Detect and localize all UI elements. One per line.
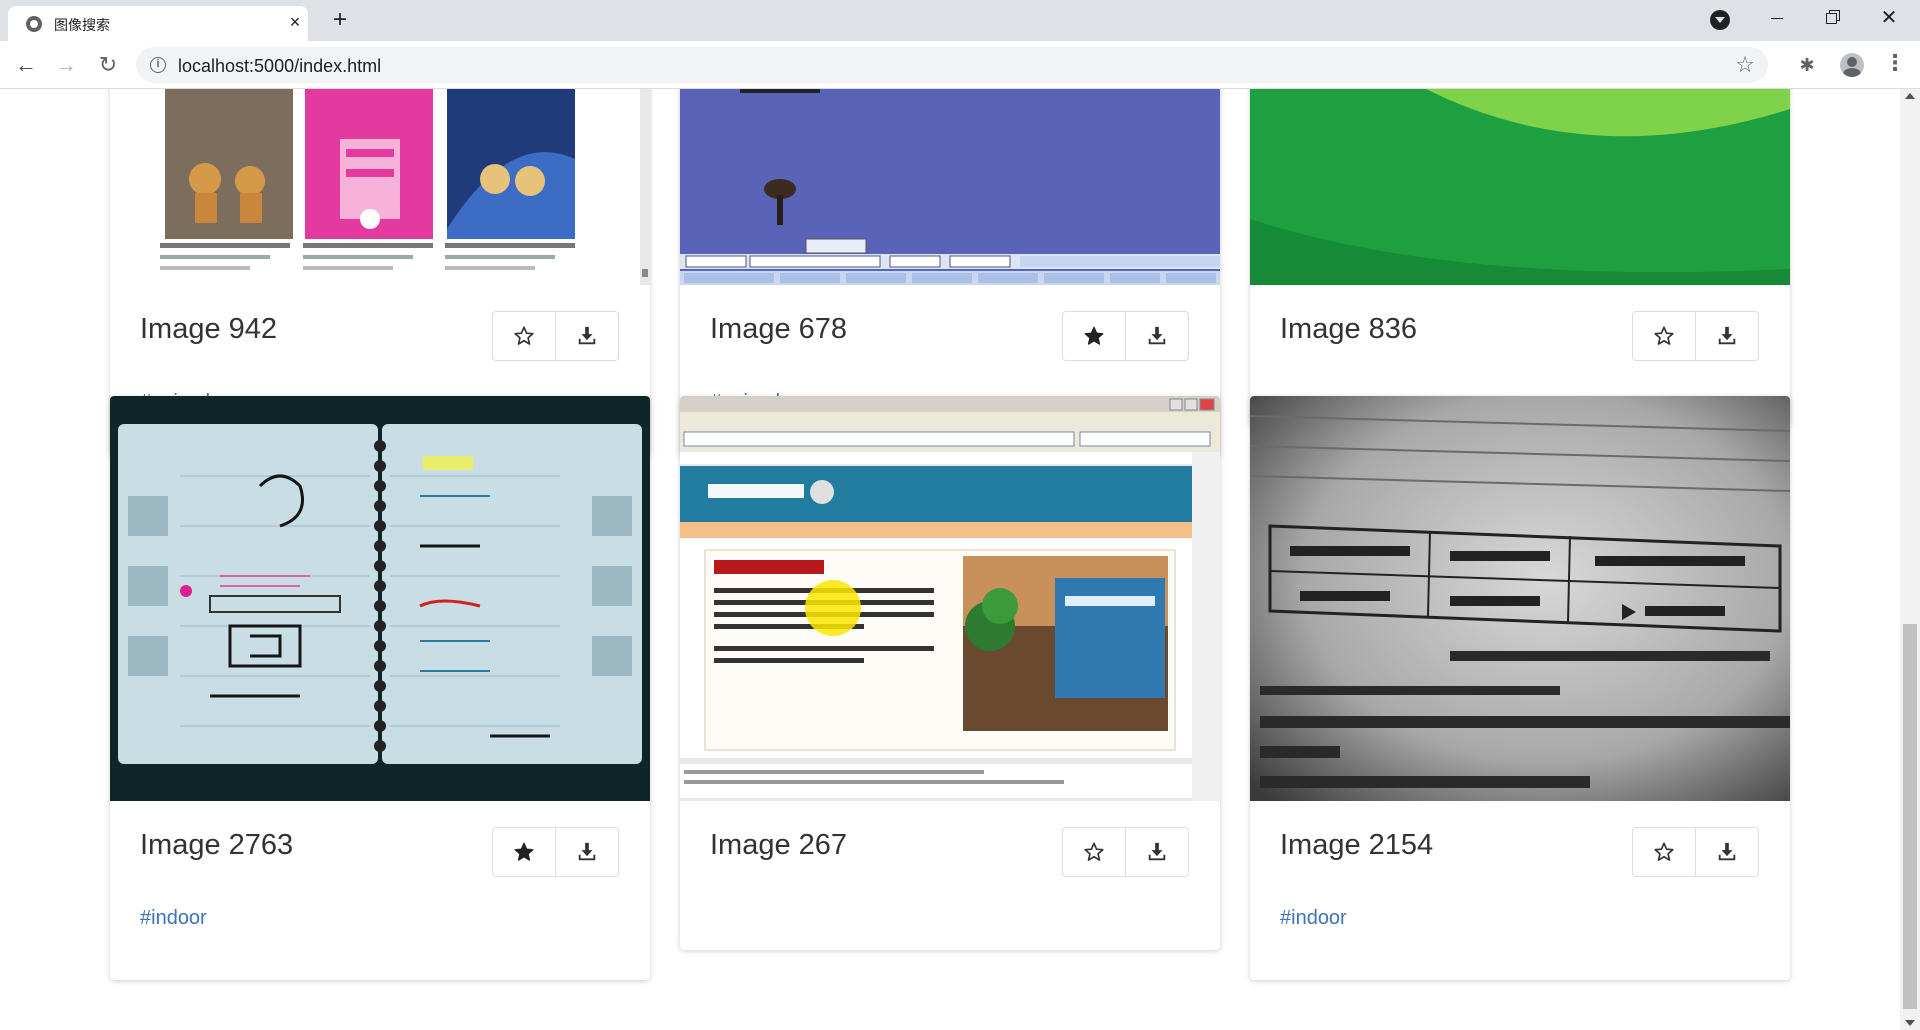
- image-card: Image 2763 #indoor: [110, 396, 650, 980]
- image-card: Image 836: [1250, 89, 1790, 426]
- game-toolbar-thumbnail: [680, 89, 1220, 285]
- card-title: Image 836: [1280, 313, 1418, 345]
- star-filled-icon: [1084, 326, 1104, 345]
- card-thumbnail[interactable]: [110, 396, 650, 801]
- card-thumbnail[interactable]: [110, 89, 650, 285]
- page-viewport: Image 942 #animals: [0, 89, 1900, 1030]
- favorite-button[interactable]: [1062, 311, 1126, 361]
- minimize-button[interactable]: [1754, 0, 1800, 36]
- scroll-up-arrow-icon[interactable]: [1905, 93, 1915, 99]
- favorite-button[interactable]: [492, 311, 556, 361]
- favorite-button[interactable]: [492, 827, 556, 877]
- download-icon: [1148, 842, 1166, 861]
- planner-notebook-thumbnail: [110, 396, 650, 801]
- restore-button[interactable]: [1809, 0, 1855, 36]
- tag-link[interactable]: #indoor: [140, 907, 207, 930]
- extensions-puzzle-icon[interactable]: ✱: [1796, 54, 1818, 76]
- card-thumbnail[interactable]: [680, 396, 1220, 801]
- tab-strip: 图像搜索 × + ✕: [0, 0, 1920, 41]
- scrollbar-thumb[interactable]: [1903, 624, 1917, 1009]
- menu-kebab-icon[interactable]: ⋮: [1884, 52, 1906, 77]
- card-thumbnail[interactable]: [680, 89, 1220, 285]
- download-icon: [578, 842, 596, 861]
- green-abstract-thumbnail: [1250, 89, 1790, 285]
- resident-login-thumbnail: [680, 396, 1220, 801]
- star-outline-icon: [1654, 842, 1674, 861]
- profile-avatar-icon[interactable]: [1840, 53, 1864, 77]
- new-tab-button[interactable]: +: [326, 6, 354, 34]
- favorite-button[interactable]: [1632, 827, 1696, 877]
- star-outline-icon: [514, 326, 534, 345]
- favorite-button[interactable]: [1632, 311, 1696, 361]
- download-icon: [1718, 842, 1736, 861]
- forward-arrow-icon[interactable]: →: [52, 51, 80, 79]
- download-button[interactable]: [1695, 827, 1759, 877]
- newspaper-form-thumbnail: [1250, 396, 1790, 801]
- bookmark-star-icon[interactable]: ☆: [1732, 52, 1758, 78]
- download-button[interactable]: [555, 827, 619, 877]
- image-card: Image 2154 #indoor: [1250, 396, 1790, 980]
- back-arrow-icon[interactable]: ←: [12, 51, 40, 79]
- globe-icon: [26, 16, 42, 32]
- scroll-down-arrow-icon[interactable]: [1905, 1020, 1915, 1026]
- address-bar[interactable]: i localhost:5000/index.html ☆: [136, 47, 1768, 83]
- download-icon: [1148, 326, 1166, 345]
- star-filled-icon: [514, 842, 534, 861]
- page-scrollbar[interactable]: [1900, 89, 1920, 1030]
- url-text[interactable]: localhost:5000/index.html: [178, 56, 381, 77]
- tag-link[interactable]: #indoor: [1280, 907, 1347, 930]
- close-tab-icon[interactable]: ×: [284, 11, 306, 33]
- download-button[interactable]: [1125, 827, 1189, 877]
- card-title: Image 2763: [140, 829, 294, 861]
- favorite-button[interactable]: [1062, 827, 1126, 877]
- download-button[interactable]: [1125, 311, 1189, 361]
- card-title: Image 2154: [1280, 829, 1434, 861]
- card-thumbnail[interactable]: [1250, 89, 1790, 285]
- card-title: Image 267: [710, 829, 848, 861]
- tab-search-icon[interactable]: [1710, 10, 1730, 30]
- download-icon: [1718, 326, 1736, 345]
- download-button[interactable]: [1695, 311, 1759, 361]
- close-window-button[interactable]: ✕: [1866, 0, 1912, 36]
- star-outline-icon: [1084, 842, 1104, 861]
- browser-tab[interactable]: 图像搜索 ×: [8, 6, 308, 41]
- star-outline-icon: [1654, 326, 1674, 345]
- reload-icon[interactable]: ↻: [94, 51, 122, 79]
- browser-toolbar: ← → ↻ i localhost:5000/index.html ☆ ✱ ⋮: [0, 41, 1920, 89]
- info-icon[interactable]: i: [150, 57, 166, 73]
- cat-toys-thumbnail: [110, 89, 650, 285]
- download-icon: [578, 326, 596, 345]
- tab-title: 图像搜索: [54, 18, 110, 34]
- card-title: Image 942: [140, 313, 278, 345]
- download-button[interactable]: [555, 311, 619, 361]
- card-thumbnail[interactable]: [1250, 396, 1790, 801]
- card-title: Image 678: [710, 313, 848, 345]
- image-card: Image 267: [680, 396, 1220, 950]
